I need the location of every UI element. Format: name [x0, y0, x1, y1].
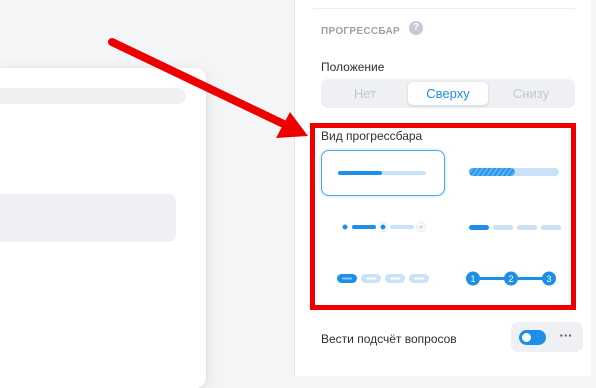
help-icon[interactable]: ? — [409, 21, 423, 35]
question-counter-controls: ··· — [511, 322, 583, 352]
section-title-progressbar: ПРОГРЕССБАР — [321, 26, 400, 37]
more-options-button[interactable]: ··· — [553, 326, 579, 348]
position-option-bottom[interactable]: Снизу — [491, 82, 571, 105]
toggle-knob — [522, 333, 531, 342]
survey-preview-card — [0, 68, 206, 388]
preview-content-placeholder — [0, 194, 176, 242]
preview-canvas — [0, 0, 288, 388]
position-option-top[interactable]: Сверху — [408, 82, 488, 105]
position-segmented-control: Нет Сверху Снизу — [321, 79, 575, 108]
panel-divider — [313, 8, 575, 9]
position-label: Положение — [321, 60, 385, 74]
annotation-highlight-box — [310, 123, 576, 310]
position-option-none[interactable]: Нет — [325, 82, 405, 105]
preview-progress-placeholder — [0, 88, 186, 104]
question-counter-label: Вести подсчёт вопросов — [321, 332, 457, 346]
question-counter-toggle[interactable] — [519, 330, 546, 345]
